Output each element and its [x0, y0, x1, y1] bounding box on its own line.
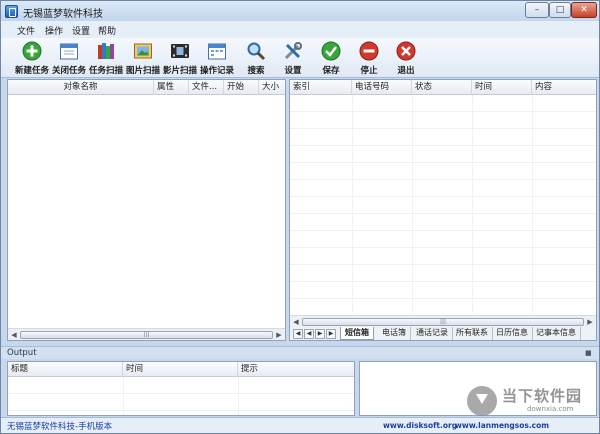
menu-file[interactable]: 文件: [17, 24, 35, 37]
tab-strip: ◀ ◀ ▶ ▶ 短信箱 电话簿 通话记录 所有联系 日历信息 记事本信息: [289, 327, 597, 341]
tab-phonebook[interactable]: 电话簿: [378, 327, 411, 340]
output-title: Output: [7, 348, 37, 358]
tab-all-contacts[interactable]: 所有联系: [452, 327, 493, 340]
column-title[interactable]: 标题: [8, 362, 123, 377]
grid-divider: [472, 95, 473, 313]
exit-icon: [396, 41, 416, 61]
tab-prev-icon[interactable]: ◀: [304, 329, 314, 339]
column-index[interactable]: 索引: [290, 80, 352, 95]
grid-divider: [238, 377, 239, 415]
column-size[interactable]: 大小: [259, 80, 285, 95]
sms-list-header: 索引 电话号码 状态 时间 内容: [290, 80, 596, 95]
tab-next-icon[interactable]: ▶: [315, 329, 325, 339]
tab-call-log[interactable]: 通话记录: [412, 327, 453, 340]
minimize-button[interactable]: –: [525, 2, 549, 18]
tools-icon: [284, 42, 302, 60]
film-icon: [171, 44, 189, 58]
menu-help[interactable]: 帮助: [98, 24, 116, 37]
menu-bar: 文件 操作 设置 帮助: [1, 21, 599, 38]
download-icon: [467, 386, 497, 416]
link-lanmengsos[interactable]: www.lanmengsos.com: [455, 421, 549, 430]
grid-divider: [412, 95, 413, 313]
scroll-right-arrow-icon[interactable]: ▶: [585, 317, 595, 327]
add-icon: [22, 41, 42, 61]
grid-divider: [352, 95, 353, 313]
tab-calendar[interactable]: 日历信息: [492, 327, 533, 340]
operation-log-button[interactable]: 操作记录: [198, 40, 236, 76]
output-titlebar: Output ■: [1, 346, 599, 359]
toolbar: 新建任务 关闭任务 任务扫描 图片扫描 影片扫描 操作记录 搜索 设置 保存 停…: [1, 38, 599, 78]
exit-button[interactable]: 退出: [387, 40, 425, 76]
column-object-name[interactable]: 对象名称: [8, 80, 154, 95]
tab-first-icon[interactable]: ◀: [293, 329, 303, 339]
maximize-button[interactable]: □: [549, 2, 571, 18]
save-button[interactable]: 保存: [312, 40, 350, 76]
pin-icon[interactable]: ■: [585, 349, 592, 357]
sms-list-hscroll[interactable]: ◀ ||| ▶: [290, 315, 596, 327]
settings-button[interactable]: 设置: [274, 40, 312, 76]
column-start[interactable]: 开始: [224, 80, 259, 95]
calendar-icon: [208, 43, 226, 60]
window-title: 无锡蓝梦软件科技: [23, 9, 103, 20]
tab-last-icon[interactable]: ▶: [326, 329, 336, 339]
status-text: 无锡蓝梦软件科技-手机版本: [7, 422, 113, 432]
output-list-panel[interactable]: 标题 时间 提示: [7, 361, 355, 416]
grid-divider: [123, 377, 124, 415]
stop-icon: [359, 41, 379, 61]
column-content[interactable]: 内容: [532, 80, 596, 95]
column-status[interactable]: 状态: [412, 80, 472, 95]
object-list-hscroll[interactable]: ◀ ||| ▶: [8, 328, 285, 340]
output-list-rows: [8, 377, 354, 415]
scroll-thumb[interactable]: |||: [302, 318, 584, 326]
sms-list-panel[interactable]: 索引 电话号码 状态 时间 内容 ◀ ||| ▶: [289, 79, 597, 328]
link-disksoft[interactable]: www.disksoft.org: [383, 421, 457, 430]
column-time[interactable]: 时间: [472, 80, 532, 95]
picture-icon: [134, 43, 152, 59]
object-list-panel[interactable]: 对象名称 属性 文件... 开始 大小 ◀ ||| ▶: [7, 79, 286, 341]
column-attribute[interactable]: 属性: [154, 80, 189, 95]
tab-notepad[interactable]: 记事本信息: [532, 327, 581, 340]
column-output-time[interactable]: 时间: [123, 362, 238, 377]
calendar-close-icon: [60, 43, 78, 60]
watermark-sub: downxia.com: [527, 405, 574, 413]
scroll-right-arrow-icon[interactable]: ▶: [274, 330, 284, 340]
scroll-left-arrow-icon[interactable]: ◀: [9, 330, 19, 340]
output-list-header: 标题 时间 提示: [8, 362, 354, 377]
column-phone-number[interactable]: 电话号码: [352, 80, 412, 95]
app-icon: [5, 5, 18, 18]
watermark-title: 当下软件园: [502, 387, 583, 405]
close-button[interactable]: ✕: [571, 2, 597, 18]
menu-operate[interactable]: 操作: [45, 24, 63, 37]
tab-sms[interactable]: 短信箱: [340, 327, 374, 340]
column-file[interactable]: 文件...: [189, 80, 224, 95]
sms-list-rows: [290, 95, 596, 313]
title-bar[interactable]: 无锡蓝梦软件科技 – □ ✕: [1, 1, 599, 21]
scroll-thumb[interactable]: |||: [20, 331, 273, 339]
grid-divider: [532, 95, 533, 313]
scroll-left-arrow-icon[interactable]: ◀: [291, 317, 301, 327]
column-hint[interactable]: 提示: [238, 362, 354, 377]
menu-settings[interactable]: 设置: [72, 24, 90, 37]
search-icon: [247, 42, 266, 61]
status-bar: 无锡蓝梦软件科技-手机版本 www.disksoft.org www.lanme…: [1, 417, 599, 433]
object-list-header: 对象名称 属性 文件... 开始 大小: [8, 80, 285, 95]
exit-label: 退出: [397, 66, 415, 76]
main-window: 无锡蓝梦软件科技 – □ ✕ 文件 操作 设置 帮助 新建任务 关闭任务 任务扫…: [0, 0, 600, 434]
books-icon: [98, 43, 114, 59]
check-icon: [321, 41, 341, 61]
